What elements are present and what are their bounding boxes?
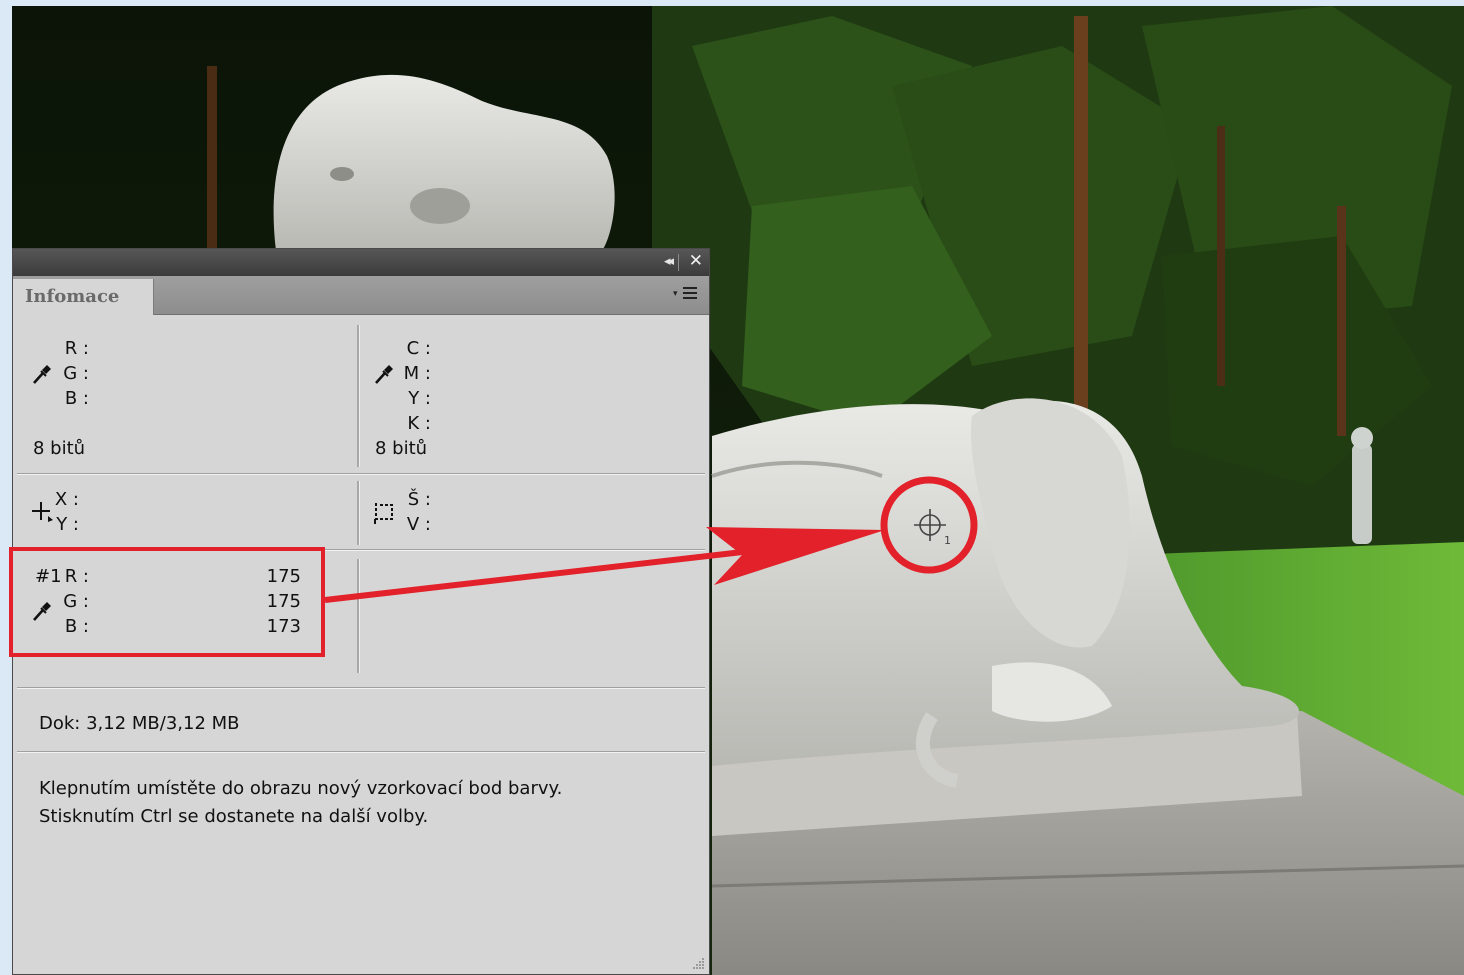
eyedropper-icon[interactable] — [373, 362, 395, 386]
size-width-label: Š : — [407, 489, 431, 510]
divider — [17, 687, 705, 689]
cmyk-bit-depth[interactable]: 8 bitů — [375, 436, 427, 461]
rgb-r-label: R : — [64, 338, 89, 359]
document-size[interactable]: Dok: 3,12 MB/3,12 MB — [39, 711, 240, 736]
position-x-label: X : — [54, 489, 79, 510]
close-icon[interactable]: ✕ — [689, 251, 703, 271]
divider — [357, 325, 360, 467]
divider — [357, 559, 360, 673]
cmyk-k-label: K : — [407, 413, 431, 434]
hint-line-2: Stisknutím Ctrl se dostanete na další vo… — [39, 806, 429, 827]
rgb-bit-depth[interactable]: 8 bitů — [33, 436, 85, 461]
panel-tabbar: Infomace ▾ — [13, 276, 709, 315]
tab-info[interactable]: Infomace — [13, 279, 154, 315]
sampler-highlight-box — [9, 547, 325, 657]
collapse-icon[interactable]: ◂◂ — [664, 254, 674, 269]
panel-titlebar[interactable]: ◂◂ ✕ — [13, 249, 709, 276]
resize-grip-icon[interactable] — [691, 956, 705, 970]
position-y-label: Y : — [56, 514, 79, 535]
cmyk-m-label: M : — [403, 363, 431, 384]
selection-size-icon — [374, 503, 393, 524]
cmyk-c-label: C : — [406, 338, 431, 359]
divider — [357, 481, 360, 545]
rgb-g-label: G : — [63, 363, 89, 384]
hint-line-1: Klepnutím umístěte do obrazu nový vzorko… — [39, 778, 563, 799]
cmyk-y-label: Y : — [408, 388, 431, 409]
divider — [17, 751, 705, 753]
titlebar-divider — [678, 254, 679, 271]
rgb-b-label: B : — [64, 388, 89, 409]
divider — [17, 473, 705, 475]
panel-menu-icon[interactable]: ▾ — [673, 285, 701, 305]
eyedropper-icon[interactable] — [31, 362, 53, 386]
size-height-label: V : — [406, 514, 431, 535]
